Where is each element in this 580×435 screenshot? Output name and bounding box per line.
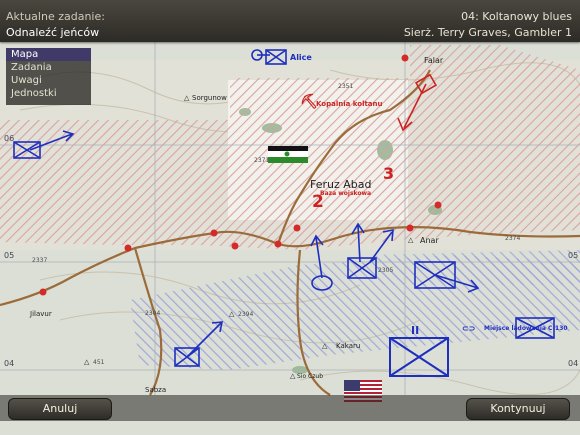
- svg-text:2394: 2394: [238, 311, 253, 318]
- svg-text:2374: 2374: [505, 235, 520, 242]
- label-sorgunow: Sorgunow: [192, 94, 227, 102]
- label-sio: Sio Czub: [297, 373, 323, 380]
- label-sabz: Sabza: [145, 386, 166, 394]
- svg-text:△: △: [322, 342, 328, 350]
- svg-text:2351: 2351: [338, 83, 353, 90]
- svg-text:2337: 2337: [32, 257, 47, 264]
- grid-label: 04: [568, 359, 578, 368]
- player-name: Sierż. Terry Graves, Gambler 1: [403, 26, 572, 39]
- svg-text:⊂⊃: ⊂⊃: [462, 324, 475, 333]
- mission-name: 04: Koltanowy blues: [461, 10, 572, 23]
- cancel-button[interactable]: Anuluj: [8, 398, 112, 420]
- label-falar: Falar: [424, 56, 444, 65]
- svg-text:2371: 2371: [254, 157, 269, 164]
- svg-text:2304: 2304: [145, 310, 160, 317]
- grid-label: 04: [4, 359, 14, 368]
- label-anar: Anar: [420, 236, 439, 245]
- mission-header: Aktualne zadanie: Odnaleźć jeńców 04: Ko…: [0, 0, 580, 42]
- objective-3: 3: [383, 164, 394, 183]
- task-name: Odnaleźć jeńców: [6, 26, 100, 39]
- svg-text:2305: 2305: [378, 267, 393, 274]
- svg-text:451: 451: [93, 359, 105, 366]
- svg-text:△: △: [290, 372, 296, 380]
- continue-button[interactable]: Kontynuuj: [466, 398, 570, 420]
- svg-text:△: △: [184, 94, 190, 102]
- label-alice: Alice: [290, 53, 312, 62]
- grid-label: 05: [568, 251, 578, 260]
- label-landing: Miejsce lądowania C-130: [484, 325, 568, 332]
- objective-2: 2: [312, 192, 324, 212]
- grid-label: 05: [4, 251, 14, 260]
- svg-text:△: △: [84, 358, 90, 366]
- label-jilavur: Jilavur: [29, 310, 52, 318]
- flag-icon: [268, 146, 308, 163]
- svg-text:△: △: [229, 310, 235, 318]
- label-base: Baza wojskowa: [320, 190, 371, 197]
- menu-item-units[interactable]: Jednostki: [6, 87, 91, 100]
- label-kakaru: Kakaru: [336, 342, 360, 350]
- menu-item-map[interactable]: Mapa: [6, 48, 91, 61]
- svg-text:△: △: [408, 236, 414, 244]
- task-caption: Aktualne zadanie:: [6, 10, 105, 23]
- menu-item-tasks[interactable]: Zadania: [6, 61, 91, 74]
- svg-text:II: II: [411, 324, 419, 337]
- map-menu: Mapa Zadania Uwagi Jednostki: [6, 48, 91, 105]
- label-mine: Kopalnia koltanu: [316, 100, 383, 108]
- menu-item-notes[interactable]: Uwagi: [6, 74, 91, 87]
- grid-label: 06: [4, 134, 14, 143]
